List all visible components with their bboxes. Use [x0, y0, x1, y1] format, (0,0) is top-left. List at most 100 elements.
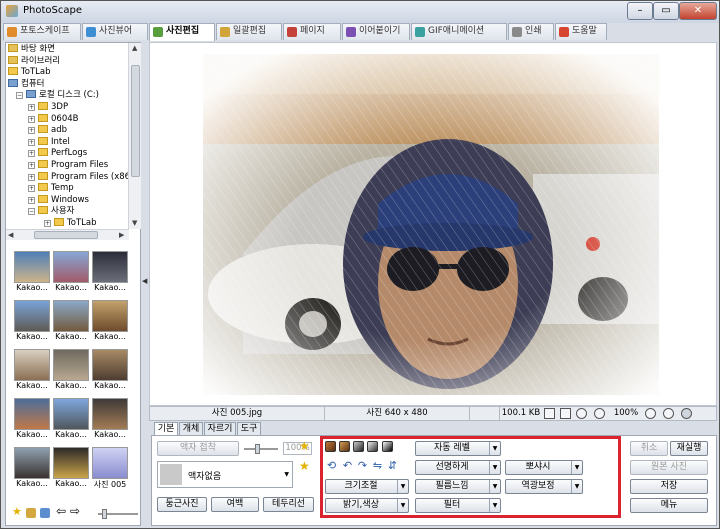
tree-node[interactable]: + ToTLab: [44, 218, 96, 229]
thumbnail-item[interactable]: Kakao...: [53, 398, 89, 439]
tab-3[interactable]: 사진편집: [149, 23, 215, 41]
tab-2[interactable]: 사진뷰어: [82, 23, 148, 40]
image-canvas[interactable]: [149, 42, 717, 406]
close-button[interactable]: ✕: [679, 2, 717, 20]
folder-icon[interactable]: [26, 508, 36, 518]
tree-node[interactable]: 라이브러리: [8, 55, 60, 67]
tree-node[interactable]: − 로컬 디스크 (C:): [16, 90, 99, 101]
folder-tree[interactable]: 바탕 화면 라이브러리 ToTLab 컴퓨터 − 로컬 디스크 (C:) +3DP +0604…: [6, 43, 142, 231]
forward-arrow-icon[interactable]: ⇨: [70, 504, 80, 518]
thumbnail-item[interactable]: Kakao...: [92, 349, 128, 390]
tree-node[interactable]: + Temp: [28, 183, 74, 194]
thumbnail-item[interactable]: Kakao...: [14, 398, 50, 439]
minimize-button[interactable]: –: [627, 2, 653, 20]
panel-splitter[interactable]: ◀: [141, 42, 149, 526]
tree-node[interactable]: + Program Files: [28, 160, 108, 171]
tab-9[interactable]: 도움말: [555, 23, 607, 40]
thumbnail-item[interactable]: Kakao...: [14, 447, 50, 488]
edit-tab-2[interactable]: 개체: [179, 422, 203, 436]
tree-node[interactable]: + adb: [28, 125, 67, 136]
tree-node[interactable]: + Windows: [28, 194, 89, 206]
scroll-up-icon[interactable]: ▲: [132, 44, 137, 52]
border-button[interactable]: 테두리선: [263, 497, 314, 512]
frame-size-slider[interactable]: [244, 444, 278, 454]
expand-toggle-icon[interactable]: +: [28, 162, 35, 169]
frame-select[interactable]: 액자없음 ▼: [157, 461, 293, 488]
fit-window-icon[interactable]: [544, 408, 555, 419]
edit-tab-4[interactable]: 도구: [237, 422, 261, 436]
thumbnail-item[interactable]: Kakao...: [53, 349, 89, 390]
thumbnail-item[interactable]: Kakao...: [92, 398, 128, 439]
refresh-icon[interactable]: [40, 508, 50, 518]
app-window: PhotoScape – ▭ ✕ 포토스케이프 사진뷰어 사진편집 일괄편집 페이지 이어…: [0, 0, 720, 529]
thumbnail-item[interactable]: Kakao...: [14, 300, 50, 341]
maximize-button[interactable]: ▭: [653, 2, 679, 20]
thumbnail-item[interactable]: Kakao...: [14, 349, 50, 390]
info-icon[interactable]: [681, 408, 692, 419]
redo-button[interactable]: 재실행: [670, 441, 708, 456]
collapse-arrow-icon[interactable]: ◀: [142, 277, 147, 285]
thumbnail-size-slider[interactable]: [98, 509, 138, 519]
expand-toggle-icon[interactable]: +: [28, 150, 35, 158]
save-button[interactable]: 저장: [630, 479, 708, 494]
favorite-frame-star-icon[interactable]: ★: [299, 459, 310, 473]
actual-size-icon[interactable]: [560, 408, 571, 419]
tree-node[interactable]: +0604B: [28, 113, 78, 125]
expand-toggle-icon[interactable]: +: [28, 173, 35, 181]
expand-toggle-icon[interactable]: +: [44, 220, 51, 227]
margin-button[interactable]: 여백: [211, 497, 259, 512]
tree-node-label: Intel: [51, 136, 70, 147]
expand-toggle-icon[interactable]: +: [28, 185, 35, 193]
scroll-right-icon[interactable]: ▶: [119, 231, 124, 239]
back-arrow-icon[interactable]: ⇦: [56, 504, 66, 518]
scroll-down-icon[interactable]: ▼: [132, 219, 137, 227]
thumbnail-item[interactable]: 사진 005: [92, 447, 128, 490]
zoom-out-icon[interactable]: [663, 408, 674, 419]
zoom-region-icon[interactable]: [576, 408, 587, 419]
thumbnail-item[interactable]: Kakao...: [53, 251, 89, 292]
edit-tab-3[interactable]: 자르기: [204, 422, 236, 436]
scroll-thumb[interactable]: [131, 65, 140, 177]
thumbnail-item[interactable]: Kakao...: [53, 447, 89, 488]
tree-node[interactable]: 바탕 화면: [8, 44, 55, 55]
tab-1[interactable]: 포토스케이프: [3, 23, 81, 40]
scroll-thumb[interactable]: [34, 231, 98, 239]
tree-node[interactable]: − 사용자: [28, 206, 74, 217]
frame-combine-button[interactable]: 액자 접착: [157, 441, 239, 456]
undo-button[interactable]: 취소: [630, 441, 668, 456]
edit-tab-1[interactable]: 기본: [154, 422, 178, 436]
menu-button[interactable]: 메뉴: [630, 498, 708, 513]
thumbnail-item[interactable]: Kakao...: [92, 251, 128, 292]
tab-8[interactable]: 인쇄: [508, 23, 554, 40]
thumbnail-item[interactable]: Kakao...: [92, 300, 128, 341]
expand-toggle-icon[interactable]: +: [28, 196, 35, 204]
tab-7[interactable]: GIF애니메이션: [411, 23, 507, 40]
tree-horizontal-scrollbar[interactable]: ◀ ▶: [6, 229, 129, 240]
thumbnail-item[interactable]: Kakao...: [14, 251, 50, 292]
tab-6[interactable]: 이어붙이기: [342, 23, 410, 40]
zoom-in-icon[interactable]: [645, 408, 656, 419]
original-photo-button[interactable]: 원본 사진: [630, 460, 708, 475]
thumbnail-item[interactable]: Kakao...: [53, 300, 89, 341]
scroll-left-icon[interactable]: ◀: [8, 231, 13, 239]
tree-node[interactable]: + PerfLogs: [28, 148, 87, 159]
favorite-star-icon[interactable]: ★: [299, 439, 310, 453]
expand-toggle-icon[interactable]: +: [28, 115, 35, 123]
tree-node[interactable]: 컴퓨터: [8, 78, 44, 90]
title-bar[interactable]: PhotoScape – ▭ ✕: [1, 1, 719, 23]
tree-node[interactable]: +3DP: [28, 102, 68, 113]
tree-node[interactable]: + Program Files (x86): [28, 171, 133, 183]
expand-toggle-icon[interactable]: +: [28, 127, 35, 135]
tree-node[interactable]: + Intel: [28, 136, 70, 148]
star-icon[interactable]: ★: [12, 505, 22, 518]
round-photo-button[interactable]: 둥근사진: [157, 497, 207, 512]
tree-vertical-scrollbar[interactable]: ▲ ▼: [128, 43, 141, 229]
expand-toggle-icon[interactable]: +: [28, 104, 35, 111]
expand-toggle-icon[interactable]: +: [28, 138, 35, 146]
expand-toggle-icon[interactable]: −: [28, 208, 35, 216]
tab-4[interactable]: 일괄편집: [216, 23, 282, 40]
tree-node[interactable]: ToTLab: [8, 67, 50, 78]
tab-5[interactable]: 페이지: [283, 23, 341, 40]
expand-toggle-icon[interactable]: −: [16, 92, 23, 100]
zoom-fit-icon[interactable]: [594, 408, 605, 419]
